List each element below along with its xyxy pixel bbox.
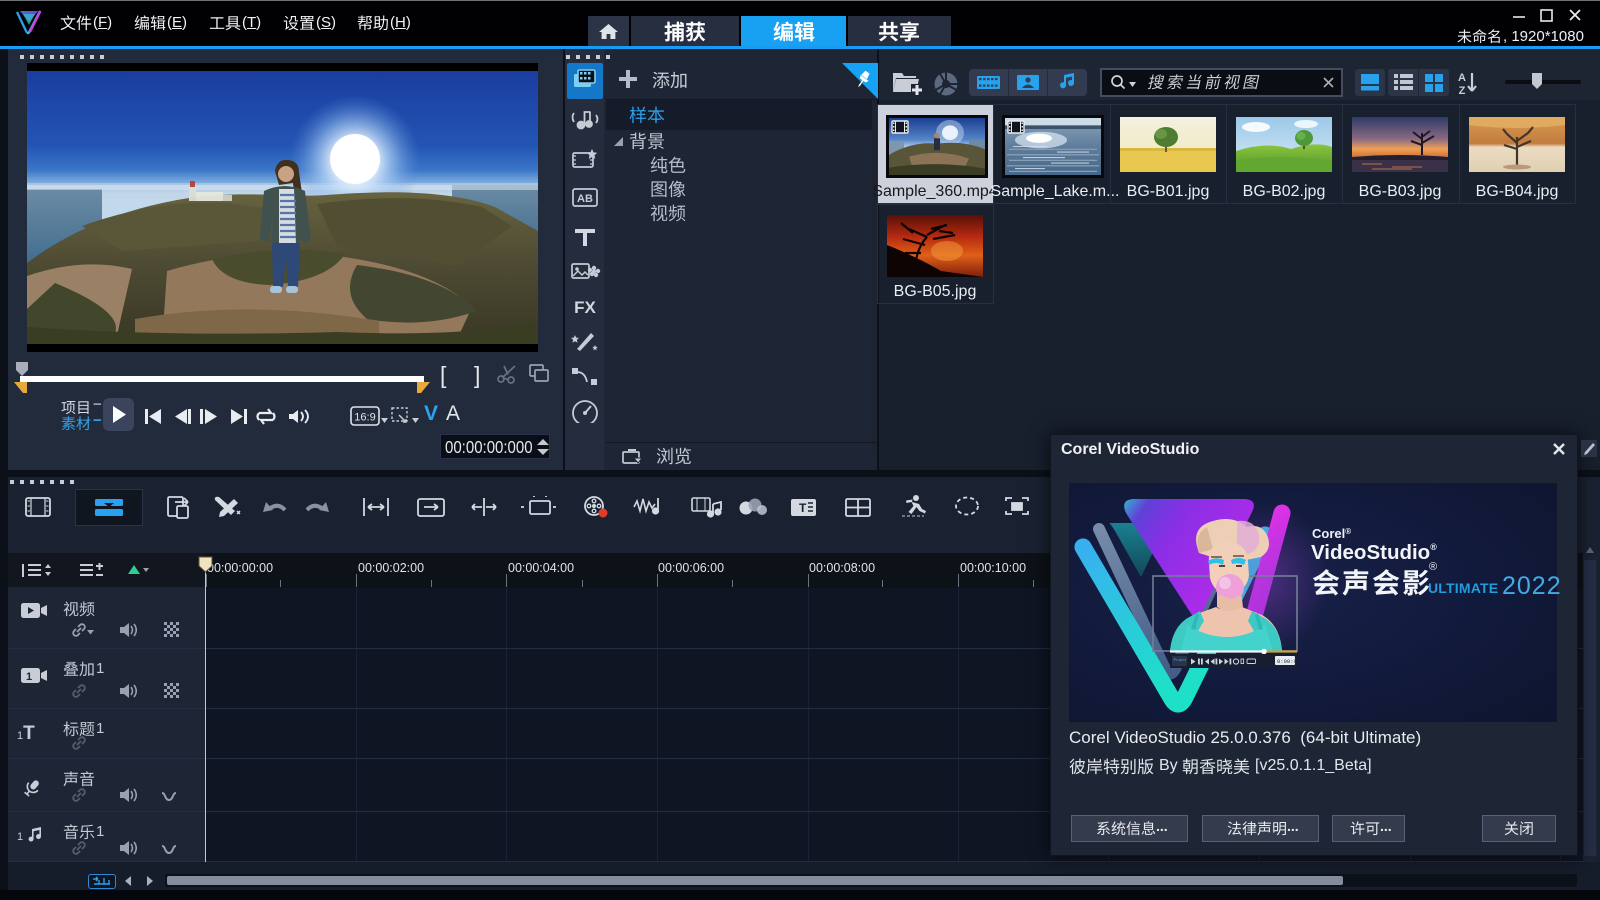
svg-text:Z: Z [1459,85,1466,96]
svg-text:A: A [1458,72,1466,84]
svg-text:0:00:0: 0:00:0 [1277,658,1297,665]
svg-text:16:9: 16:9 [354,412,375,424]
svg-text:1: 1 [26,671,32,683]
svg-text:Project: Project [1174,657,1187,662]
svg-text:FX: FX [574,298,596,317]
svg-text:AB: AB [577,193,593,205]
svg-text:T: T [799,501,807,515]
svg-text:VideoStudio®: VideoStudio® [1311,541,1437,564]
